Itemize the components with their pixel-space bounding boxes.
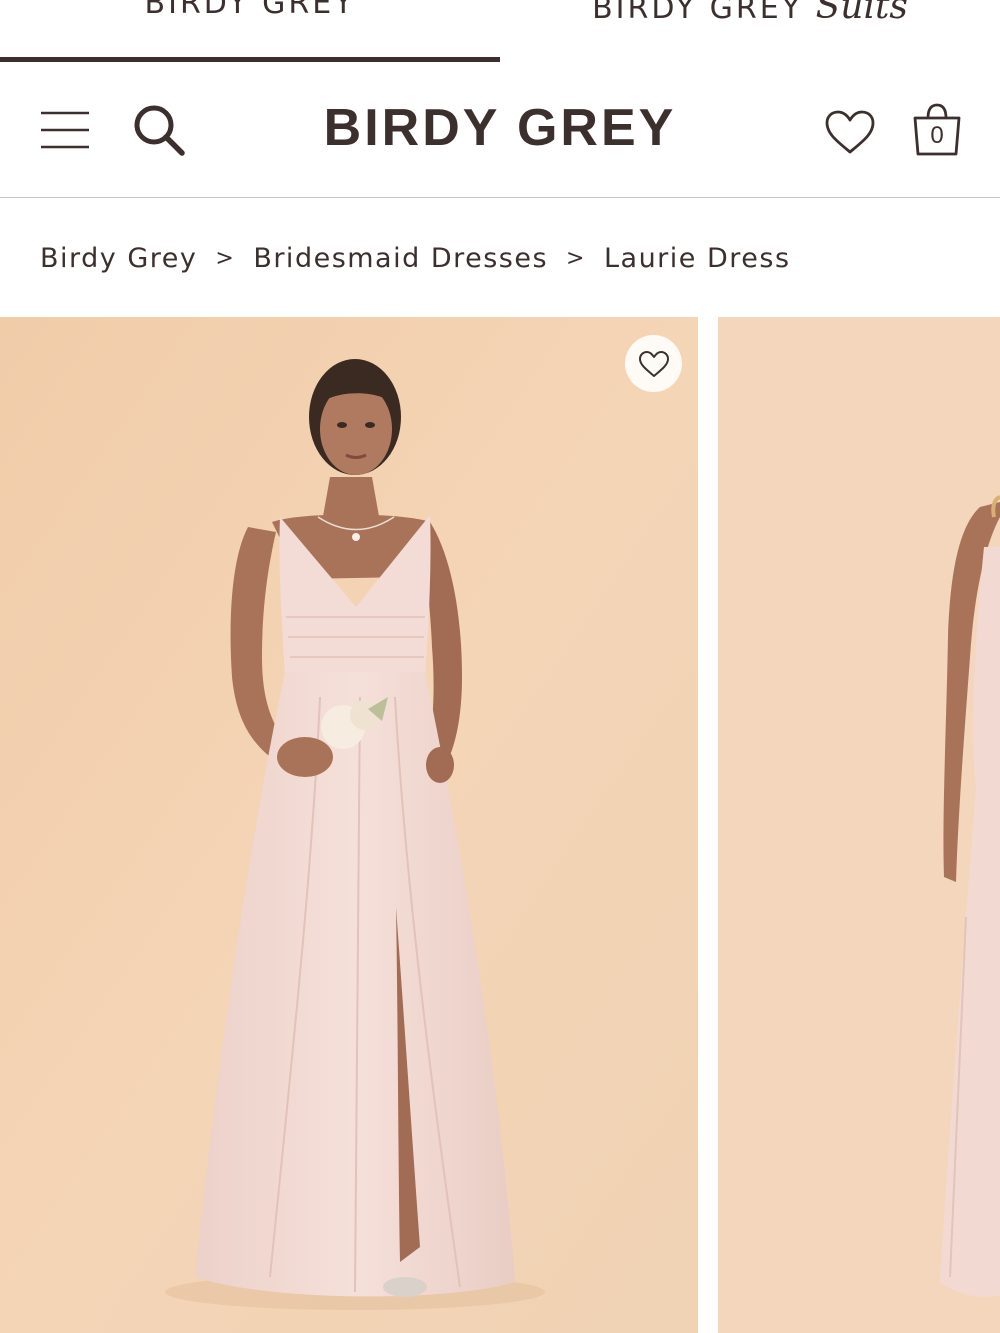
cart-count: 0 [930,122,944,149]
wishlist-button[interactable] [818,104,882,160]
brand-tabs: BIRDY GREY BIRDY GREY Suits [0,0,1000,62]
tab-birdy-grey-label: BIRDY GREY [144,0,356,21]
breadcrumb-current: Laurie Dress [603,242,791,274]
product-image-carousel[interactable] [0,317,1000,1333]
heart-icon [638,350,669,377]
tab-birdy-grey[interactable]: BIRDY GREY [0,0,500,62]
breadcrumb-category[interactable]: Bridesmaid Dresses [253,243,548,274]
breadcrumb: Birdy Grey > Bridesmaid Dresses > Laurie… [40,236,791,280]
breadcrumb-home[interactable]: Birdy Grey [40,243,197,274]
cart-button[interactable]: 0 [904,98,970,162]
product-image-next[interactable] [718,317,1000,1333]
product-photo-model-dress [0,317,698,1333]
product-photo-model-dress-side [718,317,1000,1333]
breadcrumb-separator: > [215,245,236,271]
site-header: BIRDY GREY 0 [0,62,1000,198]
tab-birdy-grey-suits[interactable]: BIRDY GREY Suits [500,0,1000,62]
tab-birdy-grey-suits-label: BIRDY GREY Suits [592,0,908,27]
heart-icon [825,110,875,154]
breadcrumb-separator: > [566,245,586,271]
favorite-button[interactable] [625,335,682,392]
product-image-main[interactable] [0,317,698,1333]
